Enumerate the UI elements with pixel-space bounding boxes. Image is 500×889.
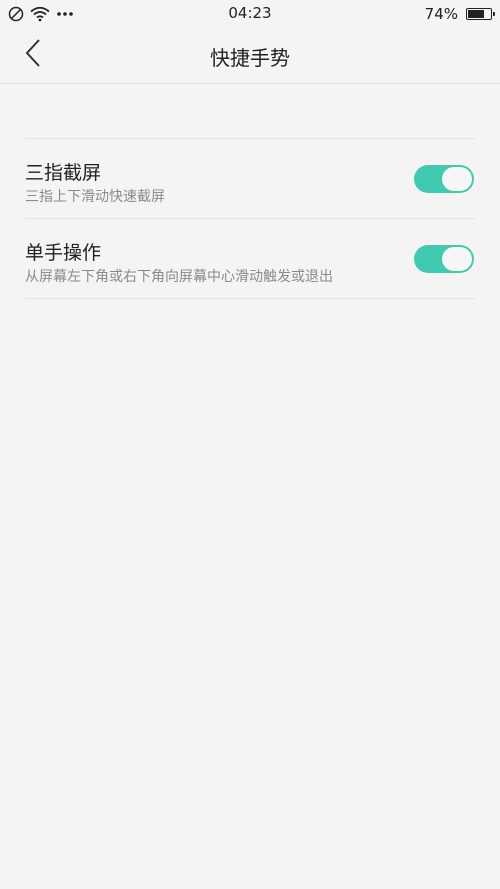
setting-description: 三指上下滑动快速截屏 [25, 189, 165, 205]
battery-icon [466, 8, 495, 20]
one-handed-mode-toggle[interactable] [414, 245, 474, 273]
status-icons-right: 74% [424, 4, 495, 24]
navigation-bar: 快捷手势 [0, 28, 500, 84]
status-bar: 04:23 74% [0, 0, 500, 28]
battery-level [468, 10, 484, 18]
setting-description: 从屏幕左下角或右下角向屏幕中心滑动触发或退出 [25, 269, 333, 285]
setting-title: 单手操作 [25, 242, 102, 264]
setting-row-one-handed-mode: 单手操作 从屏幕左下角或右下角向屏幕中心滑动触发或退出 [25, 219, 475, 299]
settings-list: 三指截屏 三指上下滑动快速截屏 单手操作 从屏幕左下角或右下角向屏幕中心滑动触发… [25, 138, 475, 299]
setting-title: 三指截屏 [25, 162, 102, 184]
page-title: 快捷手势 [210, 46, 290, 70]
battery-percentage: 74% [424, 5, 458, 23]
three-finger-screenshot-toggle[interactable] [414, 165, 474, 193]
setting-row-three-finger-screenshot: 三指截屏 三指上下滑动快速截屏 [25, 139, 475, 219]
toggle-knob [442, 247, 472, 271]
toggle-knob [442, 167, 472, 191]
